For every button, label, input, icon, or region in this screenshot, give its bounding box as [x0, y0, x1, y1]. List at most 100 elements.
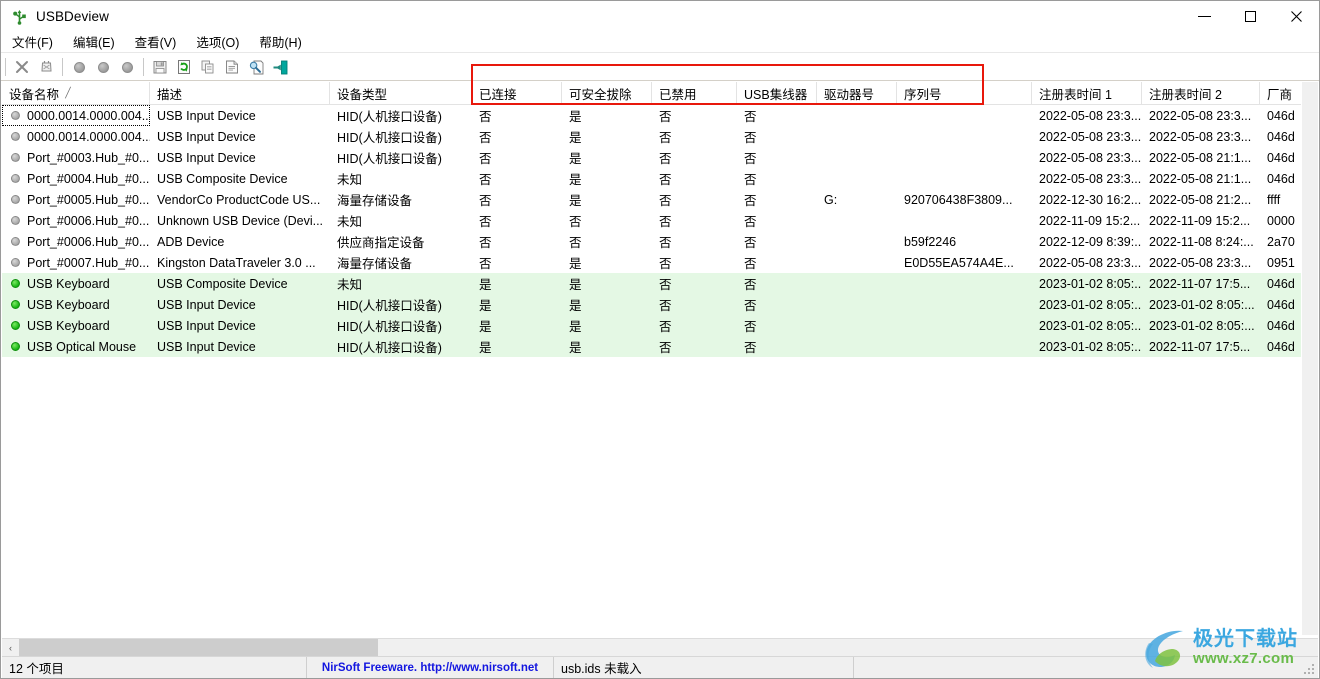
column-header-1[interactable]: 描述 [150, 82, 330, 104]
cell-drive_letter [817, 126, 897, 147]
table-row[interactable]: 0000.0014.0000.004....USB Input DeviceHI… [2, 105, 1318, 126]
column-header-label: 可安全拔除 [569, 84, 632, 103]
column-header-0[interactable]: 设备名称╱ [2, 82, 150, 104]
horizontal-scroll-thumb[interactable] [19, 639, 378, 656]
enable-device-button[interactable] [91, 56, 115, 78]
status-connected-icon [11, 279, 20, 288]
maximize-button[interactable] [1227, 1, 1273, 32]
cell-usb_hub: 否 [737, 273, 817, 294]
cell-usb_hub: 否 [737, 168, 817, 189]
table-row[interactable]: Port_#0006.Hub_#0...Unknown USB Device (… [2, 210, 1318, 231]
cell-device_type: HID(人机接口设备) [330, 315, 472, 336]
disconnect-device-button[interactable] [34, 56, 58, 78]
resize-grip[interactable] [1304, 663, 1316, 675]
column-header-10[interactable]: 注册表时间 2 [1142, 82, 1260, 104]
table-row[interactable]: Port_#0007.Hub_#0...Kingston DataTravele… [2, 252, 1318, 273]
report-magnifier-icon[interactable] [244, 56, 268, 78]
table-row[interactable]: USB KeyboardUSB Input DeviceHID(人机接口设备)是… [2, 315, 1318, 336]
menu-file[interactable]: 文件(F) [3, 30, 62, 54]
cell-connected: 是 [472, 294, 562, 315]
refresh-button[interactable] [172, 56, 196, 78]
table-row[interactable]: USB KeyboardUSB Input DeviceHID(人机接口设备)是… [2, 294, 1318, 315]
cell-device_type: HID(人机接口设备) [330, 336, 472, 357]
table-row[interactable]: USB Optical MouseUSB Input DeviceHID(人机接… [2, 336, 1318, 357]
device-name-text: Port_#0006.Hub_#0... [27, 235, 149, 249]
column-header-9[interactable]: 注册表时间 1 [1032, 82, 1142, 104]
menu-help[interactable]: 帮助(H) [250, 30, 310, 54]
exit-door-icon[interactable] [268, 56, 292, 78]
cell-registry_time1: 2022-12-30 16:2... [1032, 189, 1142, 210]
column-header-2[interactable]: 设备类型 [330, 82, 472, 104]
cell-disabled: 否 [652, 168, 737, 189]
cell-safe_unplug: 是 [562, 273, 652, 294]
column-header-label: 序列号 [904, 84, 942, 103]
status-bar: 12 个项目 NirSoft Freeware. http://www.nirs… [2, 656, 1318, 678]
table-row[interactable]: Port_#0006.Hub_#0...ADB Device供应商指定设备否否否… [2, 231, 1318, 252]
cell-registry_time1: 2022-05-08 23:3... [1032, 252, 1142, 273]
cell-disabled: 否 [652, 189, 737, 210]
status-disconnected-icon [11, 153, 20, 162]
close-button[interactable] [1273, 1, 1319, 32]
column-header-3[interactable]: 已连接 [472, 82, 562, 104]
column-header-4[interactable]: 可安全拔除 [562, 82, 652, 104]
device-list-view[interactable]: 设备名称╱描述设备类型已连接可安全拔除 已禁用USB集线器驱动器号序列号 注册表时间… [2, 82, 1318, 635]
cell-safe_unplug: 否 [562, 210, 652, 231]
horizontal-scrollbar[interactable]: ‹ [2, 638, 1318, 656]
copy-button[interactable] [196, 56, 220, 78]
properties-button[interactable] [220, 56, 244, 78]
menu-view[interactable]: 查看(V) [126, 30, 186, 54]
column-header-7[interactable]: 驱动器号 [817, 82, 897, 104]
cell-registry_time2: 2022-11-07 17:5... [1142, 336, 1260, 357]
minimize-button[interactable] [1181, 1, 1227, 32]
uninstall-device-button[interactable] [10, 56, 34, 78]
vertical-scrollbar[interactable] [1301, 82, 1318, 635]
table-row[interactable]: Port_#0004.Hub_#0...USB Composite Device… [2, 168, 1318, 189]
cell-safe_unplug: 是 [562, 168, 652, 189]
cell-usb_hub: 否 [737, 210, 817, 231]
cell-device_type: 海量存储设备 [330, 189, 472, 210]
cell-safe_unplug: 是 [562, 336, 652, 357]
scroll-left-arrow[interactable]: ‹ [2, 639, 19, 656]
table-row[interactable]: Port_#0005.Hub_#0...VendorCo ProductCode… [2, 189, 1318, 210]
column-header-8[interactable]: 序列号 [897, 82, 1032, 104]
device-name-text: 0000.0014.0000.004.... [27, 130, 150, 144]
cell-drive_letter [817, 252, 897, 273]
cell-registry_time2: 2022-05-08 23:3... [1142, 252, 1260, 273]
cell-registry_time1: 2022-12-09 8:39:... [1032, 231, 1142, 252]
cell-serial_number: 920706438F3809... [897, 189, 1032, 210]
table-row[interactable]: Port_#0003.Hub_#0...USB Input DeviceHID(… [2, 147, 1318, 168]
window-title: USBDeview [36, 9, 109, 24]
cell-disabled: 否 [652, 294, 737, 315]
cell-drive_letter [817, 210, 897, 231]
menu-edit[interactable]: 编辑(E) [64, 30, 124, 54]
cell-registry_time2: 2022-11-08 8:24:... [1142, 231, 1260, 252]
cell-description: USB Composite Device [150, 273, 330, 294]
status-nirsoft-link[interactable]: NirSoft Freeware. http://www.nirsoft.net [307, 657, 554, 679]
table-row[interactable]: 0000.0014.0000.004....USB Input DeviceHI… [2, 126, 1318, 147]
cell-name: 0000.0014.0000.004.... [2, 105, 150, 126]
cell-registry_time1: 2022-05-08 23:3... [1032, 147, 1142, 168]
disable-enable-device-button[interactable] [115, 56, 139, 78]
cell-usb_hub: 否 [737, 126, 817, 147]
cell-registry_time1: 2022-05-08 23:3... [1032, 126, 1142, 147]
cell-registry_time1: 2023-01-02 8:05:... [1032, 273, 1142, 294]
cell-usb_hub: 否 [737, 147, 817, 168]
disable-device-button[interactable] [67, 56, 91, 78]
save-selected-items-button[interactable] [148, 56, 172, 78]
table-row[interactable]: USB KeyboardUSB Composite Device未知是是否否20… [2, 273, 1318, 294]
toolbar [1, 54, 1319, 81]
status-connected-icon [11, 300, 20, 309]
menu-options[interactable]: 选项(O) [187, 30, 248, 54]
cell-name: Port_#0006.Hub_#0... [2, 231, 150, 252]
cell-description: Kingston DataTraveler 3.0 ... [150, 252, 330, 273]
status-usb-ids: usb.ids 未载入 [554, 657, 854, 679]
device-name-text: USB Keyboard [27, 277, 110, 291]
column-header-5[interactable]: 已禁用 [652, 82, 737, 104]
cell-safe_unplug: 是 [562, 189, 652, 210]
cell-disabled: 否 [652, 126, 737, 147]
toolbar-separator [5, 58, 6, 76]
cell-device_type: 未知 [330, 273, 472, 294]
column-header-6[interactable]: USB集线器 [737, 82, 817, 104]
cell-usb_hub: 否 [737, 105, 817, 126]
cell-disabled: 否 [652, 105, 737, 126]
